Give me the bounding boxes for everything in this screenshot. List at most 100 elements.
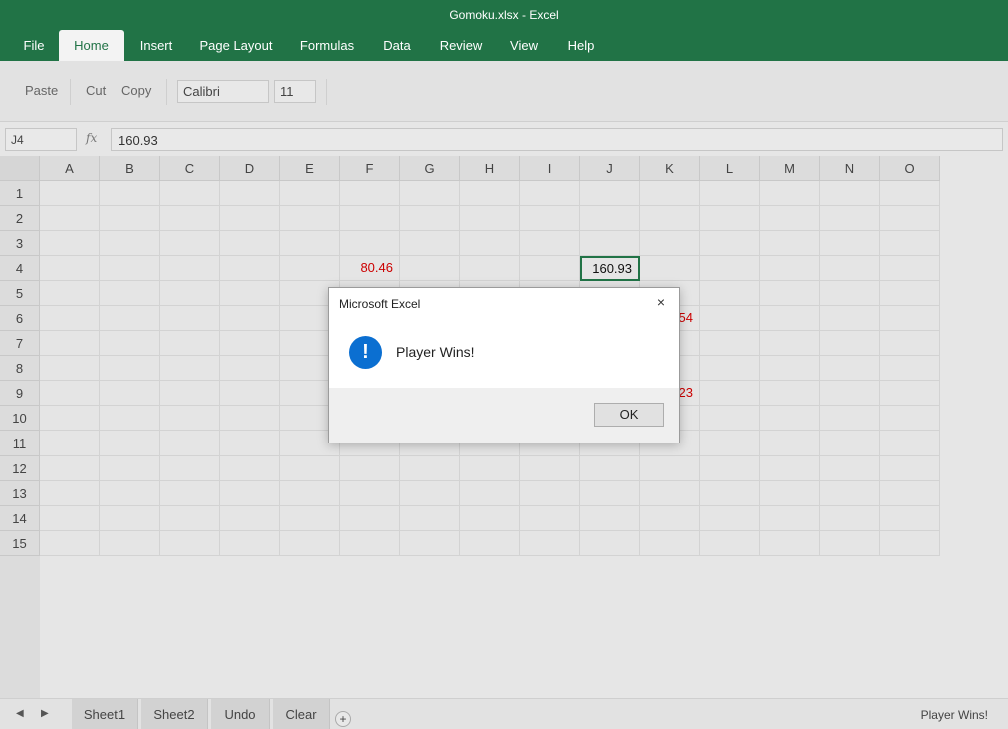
cell-n15[interactable] — [820, 531, 880, 556]
cell-a13[interactable] — [40, 481, 100, 506]
cell-n2[interactable] — [820, 206, 880, 231]
cell-d12[interactable] — [220, 456, 280, 481]
cell-h12[interactable] — [460, 456, 520, 481]
cell-k13[interactable] — [640, 481, 700, 506]
cell-j4[interactable]: 160.93 — [580, 256, 640, 281]
column-header-c[interactable]: C — [160, 156, 220, 181]
cell-l11[interactable] — [700, 431, 760, 456]
cell-f4[interactable]: 80.46 — [340, 256, 400, 281]
cell-d9[interactable] — [220, 381, 280, 406]
row-header-3[interactable]: 3 — [0, 231, 40, 256]
cell-m2[interactable] — [760, 206, 820, 231]
cell-g12[interactable] — [400, 456, 460, 481]
cell-m3[interactable] — [760, 231, 820, 256]
cell-j3[interactable] — [580, 231, 640, 256]
cell-d13[interactable] — [220, 481, 280, 506]
row-header-5[interactable]: 5 — [0, 281, 40, 306]
cell-j13[interactable] — [580, 481, 640, 506]
column-header-l[interactable]: L — [700, 156, 760, 181]
cell-h2[interactable] — [460, 206, 520, 231]
cell-i4[interactable] — [520, 256, 580, 281]
cell-e15[interactable] — [280, 531, 340, 556]
cell-l13[interactable] — [700, 481, 760, 506]
cell-d8[interactable] — [220, 356, 280, 381]
cell-l1[interactable] — [700, 181, 760, 206]
column-header-e[interactable]: E — [280, 156, 340, 181]
row-header-7[interactable]: 7 — [0, 331, 40, 356]
cell-e14[interactable] — [280, 506, 340, 531]
cell-b6[interactable] — [100, 306, 160, 331]
cell-d5[interactable] — [220, 281, 280, 306]
cell-l12[interactable] — [700, 456, 760, 481]
cell-c14[interactable] — [160, 506, 220, 531]
cell-f12[interactable] — [340, 456, 400, 481]
cell-d3[interactable] — [220, 231, 280, 256]
cell-b4[interactable] — [100, 256, 160, 281]
cell-n3[interactable] — [820, 231, 880, 256]
column-header-h[interactable]: H — [460, 156, 520, 181]
cell-n4[interactable] — [820, 256, 880, 281]
cell-k4[interactable] — [640, 256, 700, 281]
cell-f3[interactable] — [340, 231, 400, 256]
cell-i3[interactable] — [520, 231, 580, 256]
sheet-tab-undo[interactable]: Undo — [211, 699, 270, 729]
row-header-12[interactable]: 12 — [0, 456, 40, 481]
row-header-14[interactable]: 14 — [0, 506, 40, 531]
cell-f15[interactable] — [340, 531, 400, 556]
cell-b15[interactable] — [100, 531, 160, 556]
cell-o12[interactable] — [880, 456, 940, 481]
cell-h1[interactable] — [460, 181, 520, 206]
cell-a4[interactable] — [40, 256, 100, 281]
ok-button[interactable]: OK — [594, 403, 664, 427]
column-header-d[interactable]: D — [220, 156, 280, 181]
cell-e13[interactable] — [280, 481, 340, 506]
column-header-i[interactable]: I — [520, 156, 580, 181]
cell-c10[interactable] — [160, 406, 220, 431]
cell-d15[interactable] — [220, 531, 280, 556]
cell-d11[interactable] — [220, 431, 280, 456]
cell-d7[interactable] — [220, 331, 280, 356]
tab-review[interactable]: Review — [432, 30, 490, 61]
row-header-10[interactable]: 10 — [0, 406, 40, 431]
cell-f13[interactable] — [340, 481, 400, 506]
cell-b2[interactable] — [100, 206, 160, 231]
cell-o3[interactable] — [880, 231, 940, 256]
cell-l7[interactable] — [700, 331, 760, 356]
cell-a12[interactable] — [40, 456, 100, 481]
cell-b11[interactable] — [100, 431, 160, 456]
cell-n11[interactable] — [820, 431, 880, 456]
cell-n8[interactable] — [820, 356, 880, 381]
cell-n10[interactable] — [820, 406, 880, 431]
cell-i15[interactable] — [520, 531, 580, 556]
cell-d6[interactable] — [220, 306, 280, 331]
cell-i1[interactable] — [520, 181, 580, 206]
tab-data[interactable]: Data — [375, 30, 419, 61]
cell-k2[interactable] — [640, 206, 700, 231]
cell-h15[interactable] — [460, 531, 520, 556]
cell-h3[interactable] — [460, 231, 520, 256]
cell-f14[interactable] — [340, 506, 400, 531]
cell-n13[interactable] — [820, 481, 880, 506]
row-header-15[interactable]: 15 — [0, 531, 40, 556]
cell-n14[interactable] — [820, 506, 880, 531]
cell-h4[interactable] — [460, 256, 520, 281]
cell-c1[interactable] — [160, 181, 220, 206]
cell-o11[interactable] — [880, 431, 940, 456]
cell-o8[interactable] — [880, 356, 940, 381]
cell-b8[interactable] — [100, 356, 160, 381]
cell-l3[interactable] — [700, 231, 760, 256]
cell-o10[interactable] — [880, 406, 940, 431]
cell-e2[interactable] — [280, 206, 340, 231]
sheet-tab-clear[interactable]: Clear — [273, 699, 330, 729]
cell-c3[interactable] — [160, 231, 220, 256]
cell-l2[interactable] — [700, 206, 760, 231]
cell-g15[interactable] — [400, 531, 460, 556]
column-header-f[interactable]: F — [340, 156, 400, 181]
cell-k15[interactable] — [640, 531, 700, 556]
column-header-b[interactable]: B — [100, 156, 160, 181]
cell-l4[interactable] — [700, 256, 760, 281]
cell-k14[interactable] — [640, 506, 700, 531]
cell-b14[interactable] — [100, 506, 160, 531]
cell-n9[interactable] — [820, 381, 880, 406]
cell-l15[interactable] — [700, 531, 760, 556]
